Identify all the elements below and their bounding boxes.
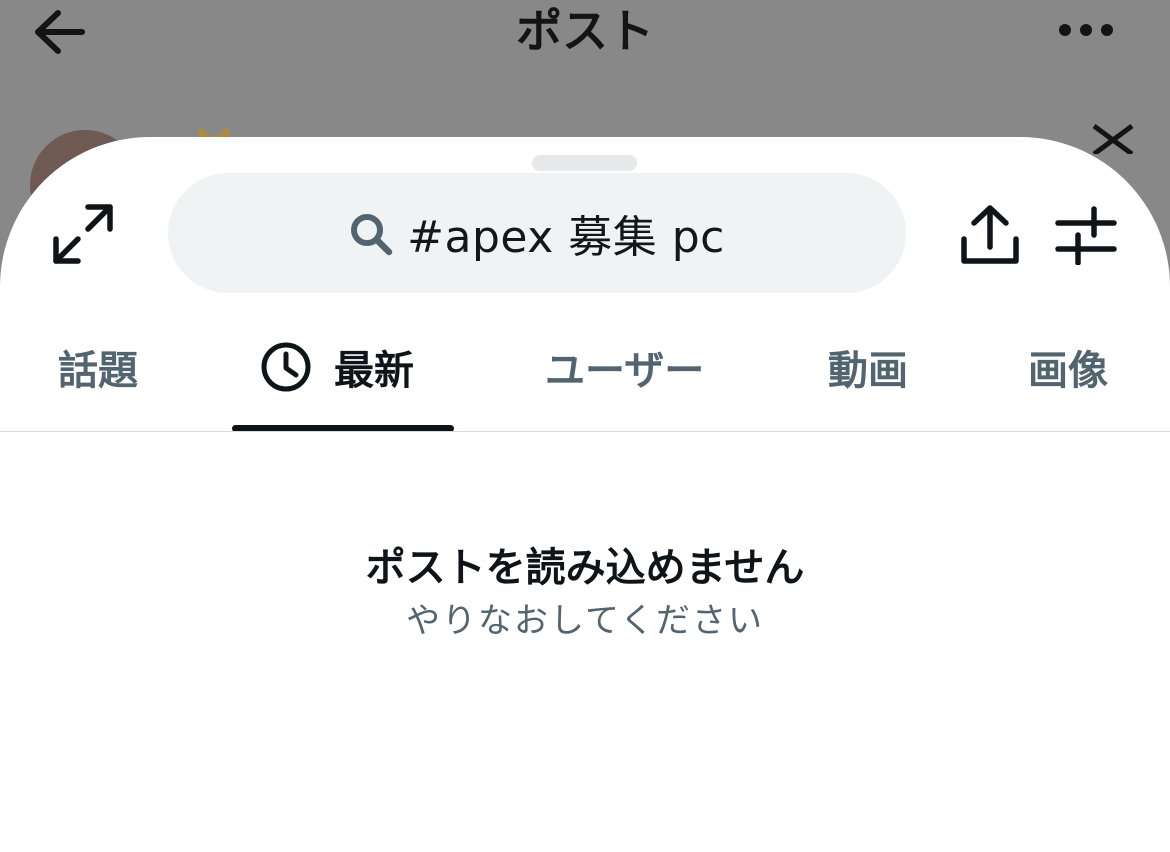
close-icon[interactable] (1088, 124, 1138, 154)
search-icon (351, 214, 393, 256)
tab-label: 話題 (58, 348, 138, 394)
sheet-grabber[interactable] (532, 155, 637, 171)
tab-latest[interactable]: 最新 (260, 327, 414, 407)
search-input[interactable]: #apex 募集 pc (168, 173, 906, 293)
tab-videos[interactable]: 動画 (828, 327, 908, 407)
filter-sliders-icon[interactable] (1054, 205, 1118, 265)
tab-label: ユーザー (545, 348, 705, 394)
error-title: ポストを読み込めません (365, 545, 805, 591)
share-icon[interactable] (958, 203, 1022, 267)
search-query: #apex 募集 pc (407, 212, 725, 263)
tab-images[interactable]: 画像 (1028, 327, 1108, 407)
more-horizontal-icon[interactable] (1056, 16, 1116, 44)
tab-label: 画像 (1028, 348, 1108, 394)
search-tabs: 話題 最新 ユーザー 動画 画像 (0, 327, 1170, 431)
error-subtitle: やりなおしてください (406, 601, 764, 641)
tab-label: 最新 (334, 348, 414, 394)
tabs-divider (0, 431, 1170, 432)
page-title: ポスト (516, 4, 654, 58)
tab-top[interactable]: 話題 (58, 327, 138, 407)
clock-icon (261, 342, 311, 392)
tab-label: 動画 (828, 348, 908, 394)
tab-users[interactable]: ユーザー (545, 327, 704, 407)
expand-icon[interactable] (52, 203, 114, 265)
search-sheet: #apex 募集 pc 話題 最新 ユーザー 動画 画像 ポストを読み込めません… (0, 137, 1170, 852)
